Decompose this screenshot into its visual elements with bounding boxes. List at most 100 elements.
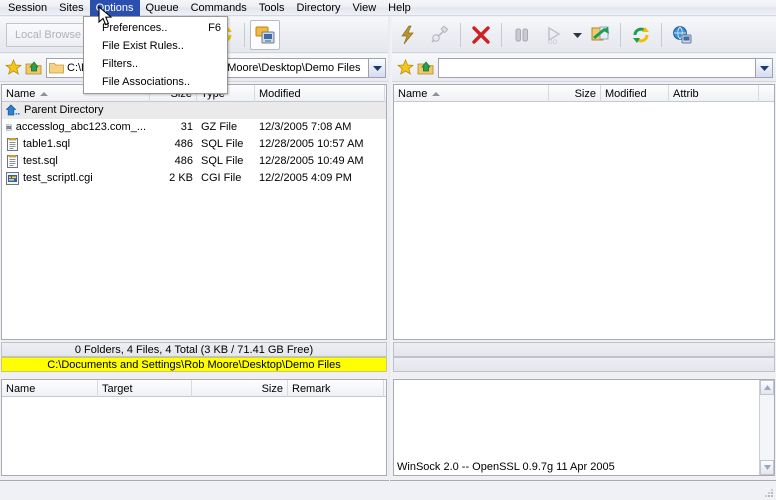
menu-option-file-associations[interactable]: File Associations.. [84,73,227,91]
remote-column-modified[interactable]: Modified [601,85,669,102]
menu-option-file-exist-rules[interactable]: File Exist Rules.. [84,37,227,55]
file-modified: 12/28/2005 10:49 AM [259,155,364,167]
remote-favorites-button[interactable] [395,58,415,78]
menu-item-session[interactable]: Session [2,0,53,16]
resume-button[interactable]: GO [539,20,569,50]
file-name: test_scriptl.cgi [23,172,93,184]
menu-option-preferences[interactable]: Preferences.. F6 [84,19,227,37]
toolbar-separator [620,22,621,47]
up-folder-icon [25,61,41,75]
file-type: CGI File [201,172,242,184]
remote-file-list[interactable]: Name Size Modified Attrib [393,84,775,340]
local-up-directory-button[interactable] [23,58,43,78]
connect-button[interactable] [393,20,423,50]
sort-ascending-icon [432,91,441,96]
menu-option-filters[interactable]: Filters.. [84,55,227,73]
local-summary-bar: 0 Folders, 4 Files, 4 Total (3 KB / 71.4… [1,342,387,357]
menu-item-help[interactable]: Help [382,0,417,16]
cgi-file-icon [6,172,19,185]
menu-item-queue[interactable]: Queue [140,0,185,16]
toolbar-separator [501,22,502,47]
abort-button[interactable] [466,20,496,50]
file-modified: 12/3/2005 7:08 AM [259,121,352,133]
parent-directory-row[interactable]: Parent Directory [2,102,386,119]
scroll-down-button[interactable] [760,460,774,475]
file-name: test.sql [23,155,58,167]
resize-grip-icon[interactable] [764,488,774,498]
table-row[interactable]: test.sql 486 SQL File 12/28/2005 10:49 A… [2,153,386,170]
menu-item-view[interactable]: View [347,0,383,16]
toolbar-separator [460,22,461,47]
file-size: 486 [174,155,193,167]
transfer-button[interactable] [585,20,615,50]
queue-column-name[interactable]: Name [2,380,98,397]
remote-refresh-button[interactable] [626,20,656,50]
remote-column-header: Name Size Modified Attrib [394,85,774,102]
queue-column-remark[interactable]: Remark [288,380,384,397]
options-dropdown-menu[interactable]: Preferences.. F6 File Exist Rules.. Filt… [83,16,228,94]
local-browse-button[interactable]: Local Browse [6,22,91,47]
remote-view-button[interactable] [250,19,281,50]
file-name: table1.sql [23,138,71,150]
remote-view-icon [255,26,275,43]
disconnect-plug-icon [431,24,449,43]
remote-toolbar: GO [392,17,776,53]
menu-item-options[interactable]: Options [89,0,140,16]
remote-up-directory-button[interactable] [415,58,435,78]
table-row[interactable]: accesslog_abc123.com_... 31 GZ File 12/3… [2,119,386,136]
pause-button[interactable] [507,20,537,50]
remote-path-dropdown-arrow[interactable] [755,58,772,77]
abort-x-icon [472,25,490,44]
sql-file-icon [7,155,18,168]
remote-status-bar-1 [393,342,775,357]
resume-go-icon: GO [548,26,561,46]
up-folder-icon [417,61,433,75]
network-globe-icon [673,25,692,43]
svg-text:GO: GO [548,40,558,46]
gz-file-icon [6,124,12,131]
file-modified: 12/28/2005 10:57 AM [259,138,364,150]
remote-column-name[interactable]: Name [394,85,549,102]
pause-icon [515,28,528,41]
scroll-up-button[interactable] [760,380,774,395]
file-size: 2 KB [169,172,193,184]
file-modified: 12/2/2005 4:09 PM [259,172,352,184]
queue-column-header: Name Target Size Remark [2,380,386,397]
queue-column-size[interactable]: Size [192,380,288,397]
toolbar-separator [244,22,246,47]
chevron-down-icon [763,465,771,470]
pane-splitter[interactable] [388,17,392,477]
local-column-modified[interactable]: Modified [255,85,385,102]
remote-column-size[interactable]: Size [549,85,601,102]
log-scrollbar[interactable] [759,380,774,475]
transfer-icon [591,26,609,40]
menu-item-sites[interactable]: Sites [53,0,89,16]
local-favorites-button[interactable] [3,58,23,78]
local-path-dropdown-arrow[interactable] [368,58,385,77]
network-button[interactable] [667,20,697,50]
log-line: WinSock 2.0 -- OpenSSL 0.9.7g 11 Apr 200… [397,461,615,473]
queue-list[interactable]: Name Target Size Remark [1,379,387,476]
remote-status-bar-2 [393,357,775,372]
session-log[interactable]: WinSock 2.0 -- OpenSSL 0.9.7g 11 Apr 200… [393,379,775,476]
remote-path-combo[interactable] [438,57,773,78]
table-row[interactable]: test_scriptl.cgi 2 KB CGI File 12/2/2005… [2,170,386,187]
toolbar-separator [661,22,662,47]
file-type: SQL File [201,138,244,150]
file-size: 486 [174,138,193,150]
parent-directory-label: Parent Directory [24,104,104,116]
file-type: SQL File [201,155,244,167]
queue-column-target[interactable]: Target [98,380,192,397]
remote-column-attrib[interactable]: Attrib [669,85,759,102]
local-file-list[interactable]: Name Size Type Modified Parent Directory [1,84,387,340]
star-icon [4,59,22,75]
connect-lightning-icon [401,25,414,44]
transfer-mode-dropdown[interactable] [571,20,583,50]
menu-item-directory[interactable]: Directory [291,0,347,16]
menu-item-commands[interactable]: Commands [185,0,253,16]
menu-item-tools[interactable]: Tools [253,0,291,16]
chevron-down-icon [372,65,382,71]
ftp-client-window: Session Sites Options Queue Commands Too… [0,0,776,500]
disconnect-button[interactable] [425,20,455,50]
table-row[interactable]: table1.sql 486 SQL File 12/28/2005 10:57… [2,136,386,153]
